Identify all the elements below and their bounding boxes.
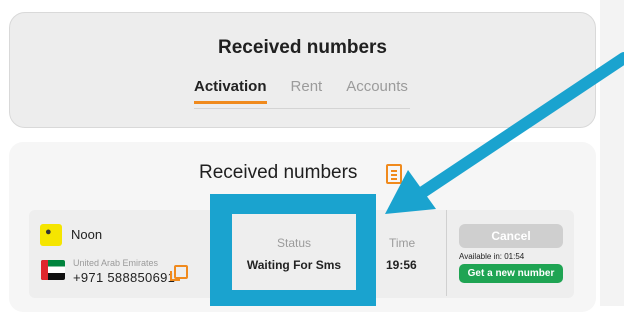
header-card: Received numbers xyxy=(9,12,596,128)
status-value: Waiting For Sms xyxy=(246,258,342,272)
noon-logo-icon xyxy=(40,224,62,246)
column-divider xyxy=(446,210,447,296)
time-value: 19:56 xyxy=(386,258,417,272)
uae-flag-icon xyxy=(41,260,65,280)
section-title: Received numbers xyxy=(199,162,358,183)
time-label: Time xyxy=(389,236,416,250)
right-edge-strip xyxy=(600,0,624,306)
available-in-text: Available in: 01:54 xyxy=(459,252,525,261)
get-new-number-button[interactable]: Get a new number xyxy=(459,264,563,283)
status-label: Status xyxy=(276,236,312,250)
tab-underline xyxy=(194,108,410,109)
cancel-button[interactable]: Cancel xyxy=(459,224,563,248)
tab-rent[interactable]: Rent xyxy=(291,78,323,104)
tab-activation[interactable]: Activation xyxy=(194,78,267,104)
copy-icon[interactable] xyxy=(170,265,188,281)
sms-list-icon[interactable] xyxy=(386,164,402,184)
phone-number: +971 588850691 xyxy=(73,270,176,285)
service-name: Noon xyxy=(71,227,103,242)
status-cell: Status Waiting For Sms xyxy=(232,214,356,290)
tab-bar: Activation Rent Accounts xyxy=(194,78,408,104)
tab-accounts[interactable]: Accounts xyxy=(346,78,408,104)
country-name: United Arab Emirates xyxy=(73,258,159,268)
page-title: Received numbers xyxy=(218,37,387,58)
